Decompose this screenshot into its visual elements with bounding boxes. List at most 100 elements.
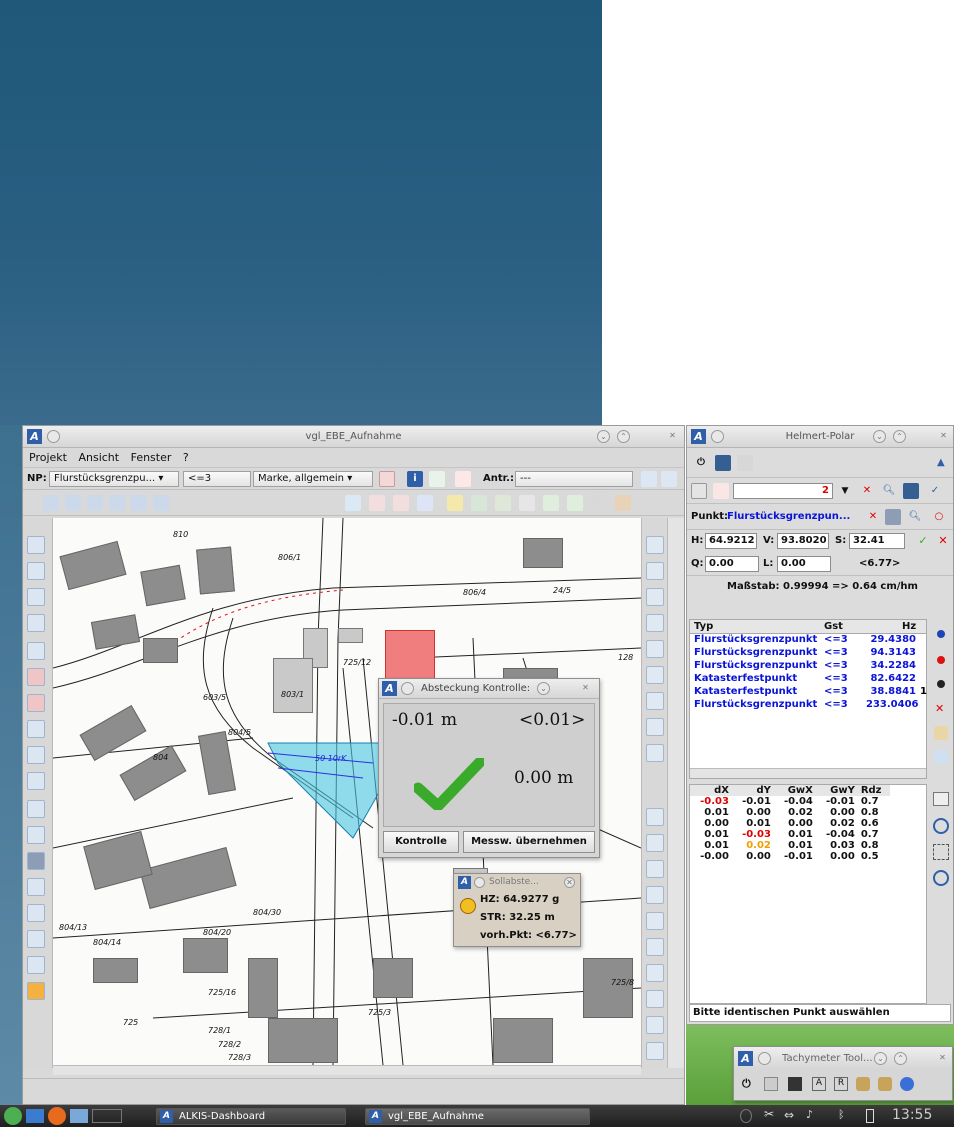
pattern-tool-icon[interactable] (27, 852, 45, 870)
kontrolle-button[interactable]: Kontrolle (383, 831, 459, 853)
scissors-icon[interactable] (27, 826, 45, 844)
tachy-config-icon[interactable] (856, 1077, 870, 1091)
minimize-icon[interactable]: ⌄ (597, 430, 610, 443)
select-rect-icon[interactable] (646, 536, 664, 554)
survey-icon[interactable] (131, 495, 147, 511)
diff-row[interactable]: 0.00 0.01 0.00 0.02 0.6 (690, 818, 890, 829)
tray-network-icon[interactable]: ⇔ (784, 1108, 794, 1122)
search-icon[interactable]: 🔍︎ (881, 483, 897, 499)
search-tool-icon[interactable] (661, 471, 677, 487)
pin-icon[interactable] (474, 877, 485, 888)
point-row[interactable]: Flurstücksgrenzpunkt <=3 233.0406 (690, 699, 926, 712)
pin-blue-icon[interactable] (937, 630, 945, 638)
chart-icon[interactable] (543, 495, 559, 511)
np-combo[interactable]: Flurstücksgrenzpu... ▾ (49, 471, 179, 487)
target-select-icon[interactable] (903, 483, 919, 499)
pattern-icon[interactable] (885, 509, 901, 525)
eraser-icon[interactable] (615, 495, 631, 511)
menu-fenster[interactable]: Fenster (131, 451, 172, 464)
pointer-icon[interactable] (646, 666, 664, 684)
column-hz[interactable]: Hz (902, 621, 916, 632)
point-row[interactable]: Flurstücksgrenzpunkt <=3 29.4380 (690, 634, 926, 647)
coordinates-icon[interactable] (27, 562, 45, 580)
absteckung-titlebar[interactable]: A Absteckung Kontrolle: ⌄ ✕ (379, 679, 599, 699)
redraw-icon[interactable] (646, 990, 664, 1008)
pan-hand-icon[interactable] (646, 964, 664, 982)
zoom-tool-icon[interactable] (641, 471, 657, 487)
print-icon[interactable] (153, 495, 169, 511)
image-icon[interactable] (591, 495, 607, 511)
magnet-icon[interactable] (27, 930, 45, 948)
tray-volume-icon[interactable]: ♪ (806, 1108, 813, 1121)
polyline-icon[interactable] (27, 588, 45, 606)
diff-row[interactable]: -0.00 0.00 -0.01 0.00 0.5 (690, 851, 890, 862)
diff-row[interactable]: 0.01 -0.03 0.01 -0.04 0.7 (690, 829, 890, 840)
delete-icon[interactable]: ✕ (859, 483, 875, 499)
point-list-hscroll[interactable] (690, 768, 926, 778)
messwerte-uebernehmen-button[interactable]: Messw. übernehmen (463, 831, 595, 853)
point-row[interactable]: Flurstücksgrenzpunkt <=3 94.3143 (690, 647, 926, 660)
close-icon[interactable]: ✕ (564, 877, 575, 888)
parcel-edit-icon[interactable] (27, 694, 45, 712)
close-icon[interactable]: ✕ (666, 430, 679, 443)
diff-row[interactable]: -0.03 -0.01 -0.04 -0.01 0.7 (690, 796, 890, 807)
link-rows-icon[interactable] (934, 750, 948, 764)
column-gst[interactable]: Gst (824, 621, 843, 632)
lock-tool-icon[interactable] (27, 982, 45, 1000)
book-icon[interactable] (519, 495, 535, 511)
zoom-query-icon[interactable] (646, 860, 664, 878)
main-window-titlebar[interactable]: A vgl_EBE_Aufnahme ⌄ ⌃ ✕ (23, 426, 684, 448)
zoom-selection-icon[interactable] (646, 938, 664, 956)
delete-selection-icon[interactable] (646, 692, 664, 710)
zoom-out-icon[interactable] (646, 834, 664, 852)
column-dy[interactable]: dY (732, 785, 774, 796)
calculator-icon[interactable] (691, 483, 707, 499)
collapse-arrow-icon[interactable]: ▲ (937, 457, 945, 468)
column-typ[interactable]: Typ (694, 621, 713, 632)
desktop-icon[interactable] (26, 1109, 44, 1123)
h-input[interactable]: 64.9212 (705, 533, 757, 549)
diff-row[interactable]: 0.01 0.02 0.01 0.03 0.8 (690, 840, 890, 851)
firefox-icon[interactable] (48, 1107, 66, 1125)
filter-combo[interactable]: <=3 (183, 471, 251, 487)
undo-tool-icon[interactable] (27, 956, 45, 974)
delete-area-icon[interactable] (393, 495, 409, 511)
book-icon[interactable] (933, 792, 949, 806)
tray-scissors-icon[interactable]: ✂ (764, 1107, 774, 1121)
dropdown-arrow-icon[interactable]: ▼ (837, 483, 853, 499)
menu-ansicht[interactable]: Ansicht (78, 451, 119, 464)
zoom-add-icon[interactable] (933, 818, 949, 834)
table-icon[interactable] (471, 495, 487, 511)
pin-black-icon[interactable] (937, 680, 945, 688)
zoom-point-icon[interactable]: 🔍︎ (907, 509, 923, 525)
tachymeter-icon[interactable] (109, 495, 125, 511)
tray-battery-icon[interactable] (866, 1109, 874, 1123)
tachy-a-icon[interactable]: A (812, 1077, 826, 1091)
close-icon[interactable]: ✕ (936, 1052, 949, 1065)
accept-icon[interactable]: ✓ (915, 533, 931, 549)
tachy-device-icon[interactable] (764, 1077, 778, 1091)
measure-line-icon[interactable] (27, 878, 45, 896)
column-gwy[interactable]: GwY (816, 785, 858, 796)
cross-tool-icon[interactable] (27, 720, 45, 738)
tachymeter-icon[interactable] (737, 455, 753, 471)
vertical-scrollbar[interactable] (667, 518, 684, 1068)
column-rdz[interactable]: Rdz (858, 785, 890, 796)
menu-help[interactable]: ? (183, 451, 189, 464)
tachy-r-icon[interactable]: R (834, 1077, 848, 1091)
select-edit-icon[interactable] (646, 614, 664, 632)
delete-point-icon[interactable] (455, 471, 471, 487)
tachy-measure-icon[interactable] (788, 1077, 802, 1091)
q-input[interactable]: 0.00 (705, 556, 759, 572)
tachy-info-icon[interactable] (900, 1077, 914, 1091)
marker-combo[interactable]: Marke, allgemein ▾ (253, 471, 373, 487)
tachymeter-titlebar[interactable]: A Tachymeter Tool... ⌄ ⌃ ✕ (734, 1047, 952, 1069)
find-icon[interactable] (65, 495, 81, 511)
zoom-window-icon[interactable] (646, 912, 664, 930)
line-tool-icon[interactable] (429, 471, 445, 487)
helmert-titlebar[interactable]: A Helmert-Polar ⌄ ⌃ ✕ (687, 426, 953, 448)
undo-view-icon[interactable] (646, 1016, 664, 1034)
redo-view-icon[interactable] (646, 1042, 664, 1060)
tachy-power-icon[interactable]: ⏻ (742, 1077, 751, 1091)
split-tool-icon[interactable] (27, 800, 45, 818)
